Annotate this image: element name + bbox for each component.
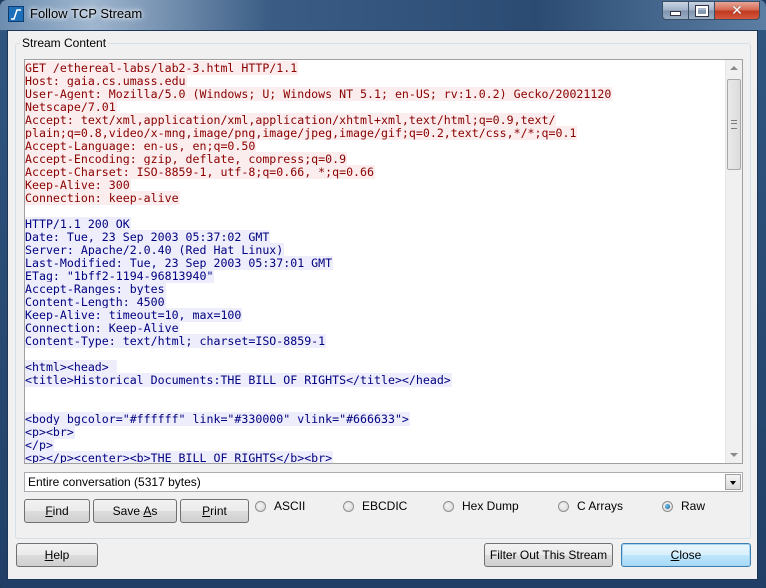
client-request-line-text: Host: gaia.cs.umass.edu xyxy=(25,74,187,88)
window-title: Follow TCP Stream xyxy=(30,6,143,21)
find-button[interactable]: Find xyxy=(24,499,90,523)
server-response-line-text: Connection: Keep-Alive xyxy=(25,321,180,335)
server-body-line-text: <p></p><center><b>THE BILL OF RIGHTS</b>… xyxy=(25,451,334,463)
client-request-line-text: plain;q=0.8,video/x-mng,image/png,image/… xyxy=(25,126,578,140)
client-request-line-text: Accept: text/xml,application/xml,applica… xyxy=(25,113,557,127)
stream-content-textview[interactable]: GET /ethereal-labs/lab2-3.html HTTP/1.1 H… xyxy=(24,59,743,464)
radio-c-arrays-circle[interactable] xyxy=(558,500,569,512)
radio-ebcdic-circle[interactable] xyxy=(343,500,354,512)
server-body-line: <p></p><center><b>THE BILL OF RIGHTS</b>… xyxy=(25,451,725,463)
stream-content-label: Stream Content xyxy=(20,36,109,50)
server-response-line-text: Last-Modified: Tue, 23 Sep 2003 05:37:01… xyxy=(25,256,334,270)
grip-icon xyxy=(731,120,737,129)
scroll-thumb[interactable] xyxy=(727,79,741,170)
wireshark-app-icon xyxy=(8,6,24,22)
conversation-select[interactable]: Entire conversation (5317 bytes) xyxy=(24,472,743,492)
radio-hex-dump-circle[interactable] xyxy=(443,500,454,512)
follow-tcp-stream-window: Follow TCP Stream ✕ Stream Content GET /… xyxy=(0,0,766,588)
server-body-line-text: <p><br> xyxy=(25,425,75,439)
client-request-line-text: User-Agent: Mozilla/5.0 (Windows; U; Win… xyxy=(25,87,613,101)
scroll-down-arrow-icon[interactable] xyxy=(730,453,738,457)
radio-raw-circle[interactable] xyxy=(662,500,673,512)
filter-out-stream-button[interactable]: Filter Out This Stream xyxy=(484,543,613,567)
client-request-line-text: Accept-Charset: ISO-8859-1, utf-8;q=0.66… xyxy=(25,165,376,179)
client-request-line-text: Keep-Alive: 300 xyxy=(25,178,131,192)
server-response-line-text: Content-Type: text/html; charset=ISO-885… xyxy=(25,334,327,348)
server-response-line-text: ETag: "1bff2-1194-96813940" xyxy=(25,269,215,283)
stream-text[interactable]: GET /ethereal-labs/lab2-3.html HTTP/1.1 H… xyxy=(25,60,725,463)
server-response-line-text: HTTP/1.1 200 OK xyxy=(25,217,131,231)
server-response-line-text: Content-Length: 4500 xyxy=(25,295,166,309)
radio-ascii-circle[interactable] xyxy=(255,500,266,512)
server-body-line: <body bgcolor="#ffffff" link="#330000" v… xyxy=(25,412,725,426)
server-response-line-text: Server: Apache/2.0.40 (Red Hat Linux) xyxy=(25,243,285,257)
client-request-line-text: Netscape/7.01 xyxy=(25,100,117,114)
title-bar[interactable]: Follow TCP Stream ✕ xyxy=(0,0,766,30)
radio-c-arrays[interactable]: C Arrays xyxy=(558,499,623,513)
server-body-line-text: <title>Historical Documents:THE BILL OF … xyxy=(25,373,452,387)
client-request-line: User-Agent: Mozilla/5.0 (Windows; U; Win… xyxy=(25,87,725,101)
conversation-select-value: Entire conversation (5317 bytes) xyxy=(28,475,201,489)
server-body-line-text: <body bgcolor="#ffffff" link="#330000" v… xyxy=(25,412,410,426)
minimize-icon xyxy=(670,11,681,16)
scroll-up-arrow-icon[interactable] xyxy=(730,66,738,70)
help-button[interactable]: Help xyxy=(16,543,98,567)
client-request-line: Connection: keep-alive xyxy=(25,191,725,205)
server-response-line: Content-Type: text/html; charset=ISO-885… xyxy=(25,334,725,348)
radio-raw[interactable]: Raw xyxy=(662,499,705,513)
save-as-button[interactable]: Save As xyxy=(93,499,177,523)
server-response-line-text: Accept-Ranges: bytes xyxy=(25,282,166,296)
maximize-button[interactable] xyxy=(689,1,715,20)
server-body-line: <p><br> xyxy=(25,425,725,439)
caption-buttons: ✕ xyxy=(662,1,760,20)
radio-hex-dump[interactable]: Hex Dump xyxy=(443,499,519,513)
vertical-scrollbar[interactable] xyxy=(725,60,742,463)
dialog-client-area: Stream Content GET /ethereal-labs/lab2-3… xyxy=(7,30,758,580)
close-icon: ✕ xyxy=(731,2,743,18)
server-response-line-text: Date: Tue, 23 Sep 2003 05:37:02 GMT xyxy=(25,230,271,244)
server-body-line-text: <html><head> xyxy=(25,360,117,374)
chevron-down-icon[interactable] xyxy=(725,474,741,490)
server-response-line-text: Keep-Alive: timeout=10, max=100 xyxy=(25,308,243,322)
radio-ebcdic[interactable]: EBCDIC xyxy=(343,499,407,513)
server-body-line: <title>Historical Documents:THE BILL OF … xyxy=(25,373,725,387)
client-request-line-text: GET /ethereal-labs/lab2-3.html HTTP/1.1 xyxy=(25,61,299,75)
maximize-icon xyxy=(694,4,709,17)
close-window-button[interactable]: ✕ xyxy=(715,1,760,20)
minimize-button[interactable] xyxy=(662,1,689,20)
server-body-line-text: </p> xyxy=(25,438,54,452)
client-request-line-text: Accept-Encoding: gzip, deflate, compress… xyxy=(25,152,348,166)
print-button[interactable]: Print xyxy=(180,499,249,523)
close-button[interactable]: Close xyxy=(621,543,751,567)
client-request-line-text: Connection: keep-alive xyxy=(25,191,180,205)
radio-ascii[interactable]: ASCII xyxy=(255,499,305,513)
stream-content-group: Stream Content GET /ethereal-labs/lab2-3… xyxy=(15,36,751,539)
client-request-line-text: Accept-Language: en-us, en;q=0.50 xyxy=(25,139,257,153)
